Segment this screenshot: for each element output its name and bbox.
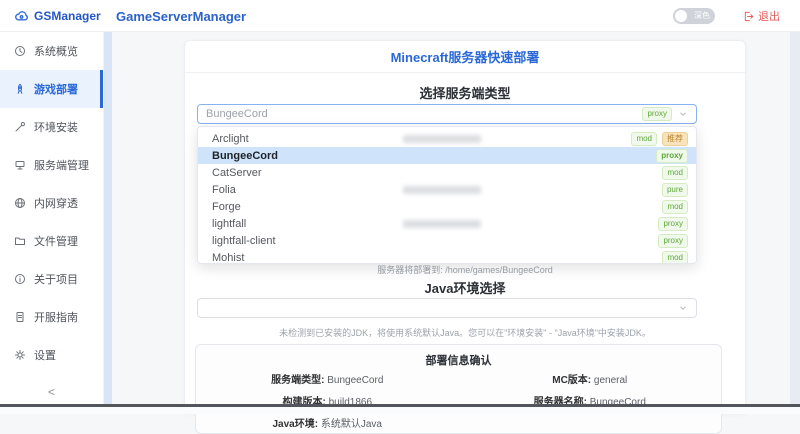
option-badge-recommended: 推荐 [662, 131, 688, 146]
sidebar-item-overview[interactable]: 系统概览 [0, 32, 103, 70]
option-lightfall[interactable]: lightfall proxy [198, 215, 696, 232]
logout-icon [744, 11, 754, 21]
sidebar-item-intranet[interactable]: 内网穿透 [0, 184, 103, 222]
sidebar-item-label: 游戏部署 [34, 84, 78, 96]
cloud-logo-icon [15, 10, 28, 20]
window-bottom-edge [0, 404, 800, 407]
selected-type-badge: proxy [642, 107, 672, 121]
option-badge: proxy [658, 233, 688, 248]
sidebar-item-server-manage[interactable]: 服务端管理 [0, 146, 103, 184]
redacted-text [403, 135, 481, 143]
sidebar-item-settings[interactable]: 设置 [0, 336, 103, 374]
field-label: 服务端类型: [271, 375, 325, 386]
option-folia[interactable]: Folia pure [198, 181, 696, 198]
page-title: Minecraft服务器快速部署 [390, 50, 540, 65]
gear-icon [15, 350, 25, 360]
field-server-type: 服务端类型: BungeeCord [196, 371, 459, 386]
folder-icon [15, 237, 25, 245]
field-value: general [593, 375, 628, 386]
sidebar-item-env-install[interactable]: 环境安装 [0, 108, 103, 146]
sidebar-item-label: 文件管理 [34, 236, 78, 248]
sidebar-item-label: 环境安装 [34, 122, 78, 134]
card-header: Minecraft服务器快速部署 [185, 41, 745, 73]
option-badge: mod [631, 131, 657, 146]
deploy-card: Minecraft服务器快速部署 选择服务端类型 BungeeCord prox… [184, 40, 746, 434]
server-type-select[interactable]: BungeeCord proxy [197, 104, 697, 124]
sidebar-item-label: 设置 [34, 350, 56, 362]
option-label: CatServer [212, 166, 262, 179]
sidebar-item-label: 内网穿透 [34, 198, 78, 210]
field-value: BungeeCord [327, 375, 384, 386]
deploy-info-panel: 部署信息确认 服务端类型: BungeeCord MC版本: general 构… [195, 344, 722, 434]
chevron-down-icon [680, 306, 686, 310]
rocket-icon [17, 83, 23, 94]
option-badge: proxy [656, 148, 688, 163]
option-catserver[interactable]: CatServer mod [198, 164, 696, 181]
globe-icon [15, 198, 25, 208]
option-badge: pure [661, 182, 688, 197]
sidebar-item-label: 关于项目 [34, 274, 78, 286]
document-icon [16, 312, 24, 322]
field-java-env: Java环境: 系统默认Java [196, 415, 459, 430]
java-section-title: Java环境选择 [424, 281, 506, 296]
option-badge: proxy [658, 216, 688, 231]
sidebar-item-label: 服务端管理 [34, 160, 89, 172]
option-arclight[interactable]: Arclight mod 推荐 [198, 130, 696, 147]
field-label: MC版本: [552, 375, 592, 386]
server-type-section-title: 选择服务端类型 [419, 86, 511, 101]
sidebar-item-guide[interactable]: 开服指南 [0, 298, 103, 336]
deploy-info-title: 部署信息确认 [425, 355, 492, 367]
java-env-select[interactable] [197, 298, 697, 318]
theme-toggle[interactable]: 深色 [673, 8, 715, 24]
redacted-text [403, 220, 481, 228]
sidebar-collapse-button[interactable]: < [0, 385, 103, 399]
sidebar-item-files[interactable]: 文件管理 [0, 222, 103, 260]
option-label: Forge [212, 200, 241, 213]
field-value: 系统默认Java [320, 419, 382, 430]
logout-button[interactable]: 退出 [743, 8, 780, 24]
field-label: Java环境: [272, 419, 319, 430]
sidebar-item-about[interactable]: 关于项目 [0, 260, 103, 298]
option-forge[interactable]: Forge mod [198, 198, 696, 215]
deploy-path-hint: 服务器将部署到: /home/games/BungeeCord [377, 265, 553, 275]
brand[interactable]: GSManager [14, 0, 101, 32]
sidebar-item-label: 开服指南 [34, 312, 78, 324]
sidebar-item-game-deploy[interactable]: 游戏部署 [0, 70, 103, 108]
jdk-hint: 未检测到已安装的JDK，将使用系统默认Java。您可以在"环境安装" - "Ja… [279, 328, 651, 338]
option-label: BungeeCord [212, 149, 278, 162]
main-scrollbar[interactable] [790, 32, 800, 405]
option-label: lightfall-client [212, 234, 276, 247]
below-edge-strip [0, 407, 800, 414]
dashboard-icon [15, 46, 25, 56]
sidebar-item-label: 系统概览 [34, 46, 78, 58]
field-mc-version: MC版本: general [459, 371, 722, 386]
logout-label: 退出 [758, 11, 780, 23]
server-icon [15, 161, 25, 170]
logo-text: GSManager [34, 9, 101, 23]
app-title: GameServerManager [116, 8, 247, 24]
sidebar: 系统概览 游戏部署 环境安装 服务端管理 内网穿透 文件管理 关于项目 开服指南… [0, 32, 104, 405]
info-icon [15, 274, 25, 284]
server-type-dropdown: Arclight mod 推荐 BungeeCord proxy CatServ… [197, 126, 697, 264]
toggle-label: 深色 [694, 11, 710, 20]
chevron-down-icon [680, 112, 686, 116]
server-type-select-value: BungeeCord [206, 108, 268, 120]
option-badge: mod [662, 199, 688, 214]
option-bungeecord[interactable]: BungeeCord proxy [198, 147, 696, 164]
wrench-icon [15, 121, 25, 132]
redacted-text [403, 186, 481, 194]
toggle-knob [675, 10, 687, 22]
option-lightfall-client[interactable]: lightfall-client proxy [198, 232, 696, 249]
option-badge: mod [662, 165, 688, 180]
option-mohist[interactable]: Mohist mod [198, 249, 696, 264]
sidebar-scrollbar[interactable] [104, 32, 112, 405]
option-label: Mohist [212, 251, 245, 264]
option-badge: mod [662, 250, 688, 263]
top-header: GSManager GameServerManager 深色 退出 [0, 0, 800, 32]
